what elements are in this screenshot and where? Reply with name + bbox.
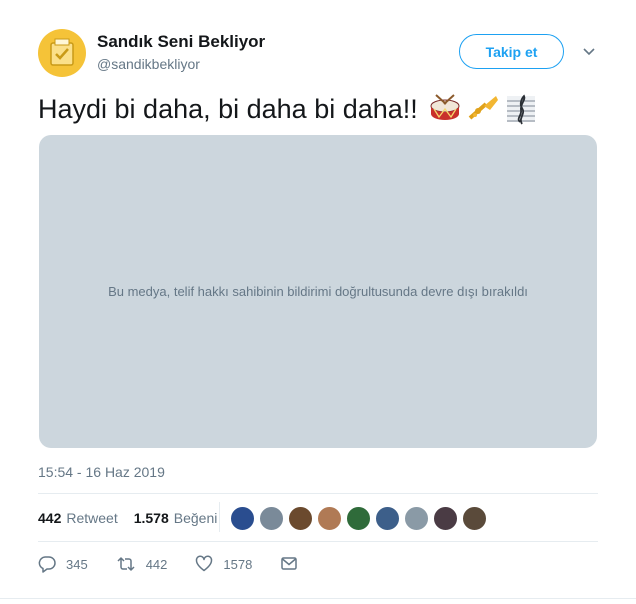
like-button[interactable]: 1578 [195,555,252,573]
stats-separator [219,502,220,532]
liker-avatar[interactable] [317,506,342,531]
retweet-stat-label: Retweet [66,510,118,526]
liker-avatar[interactable] [404,506,429,531]
like-count: 1578 [223,556,253,572]
retweet-icon [117,557,135,571]
liker-avatar[interactable] [346,506,371,531]
divider [0,598,636,599]
user-handle[interactable]: @sandikbekliyor [97,56,200,72]
retweet-count: 442 [145,556,168,572]
liker-avatar[interactable] [433,506,458,531]
like-stat-label: Beğeni [173,510,218,526]
reply-button[interactable]: 345 [38,555,88,573]
heart-icon [196,555,213,572]
like-stat[interactable]: 1.578 Beğeni [134,510,218,526]
liker-avatars [230,506,491,531]
reply-count: 345 [66,556,88,572]
tweet-actions: 345 442 1578 [38,555,336,573]
liker-avatar[interactable] [288,506,313,531]
liker-avatar[interactable] [230,506,255,531]
liker-avatar[interactable] [259,506,284,531]
retweet-button[interactable]: 442 [116,555,168,573]
tweet-text-row: Haydi bi daha, bi daha bi daha!! [38,92,538,126]
timestamp[interactable]: 15:54 - 16 Haz 2019 [38,464,165,480]
tweet-text: Haydi bi daha, bi daha bi daha!! [38,93,418,124]
retweet-stat[interactable]: 442 Retweet [38,510,118,526]
direct-message-button[interactable] [280,556,308,572]
follow-button[interactable]: Takip et [459,34,564,69]
liker-avatar[interactable] [375,506,400,531]
divider [38,541,598,542]
divider [38,493,598,494]
reply-icon [38,556,56,573]
tweet-stats: 442 Retweet 1.578 Beğeni [38,510,233,526]
like-stat-count: 1.578 [133,510,169,526]
avatar[interactable] [38,29,86,77]
musical-score-icon [504,92,538,126]
media-disabled-placeholder[interactable]: Bu medya, telif hakkı sahibinin bildirim… [39,135,597,448]
chevron-down-icon[interactable] [581,44,597,60]
display-name[interactable]: Sandık Seni Bekliyor [97,32,265,52]
ballot-box-icon [50,38,74,66]
liker-avatar[interactable] [462,506,487,531]
tweet-card: Sandık Seni Bekliyor @sandikbekliyor Tak… [0,0,636,604]
drum-icon [428,92,462,126]
trumpet-icon [466,92,500,126]
media-disabled-message: Bu medya, telif hakkı sahibinin bildirim… [108,284,528,299]
retweet-stat-count: 442 [38,510,62,526]
envelope-icon [281,557,298,570]
